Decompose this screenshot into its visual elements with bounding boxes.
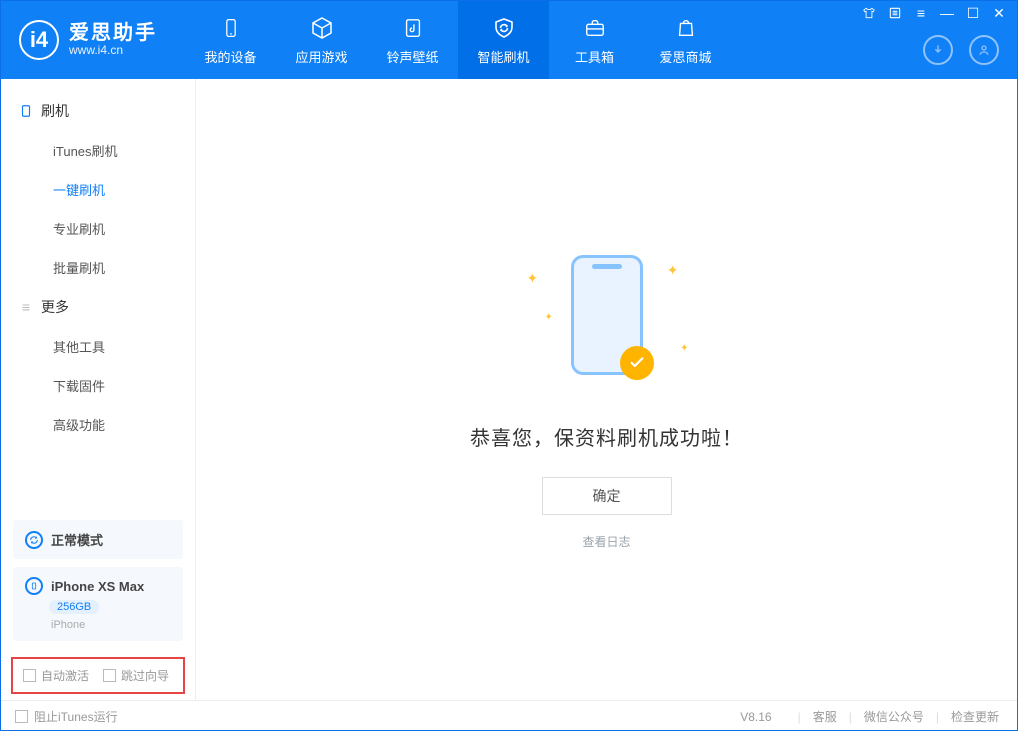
option-label: 跳过向导 xyxy=(121,667,169,684)
option-block-itunes[interactable]: 阻止iTunes运行 xyxy=(15,708,118,725)
download-icon[interactable] xyxy=(923,35,953,65)
nav-my-device[interactable]: 我的设备 xyxy=(185,1,276,79)
option-auto-activate[interactable]: 自动激活 xyxy=(23,667,89,684)
refresh-shield-icon xyxy=(491,15,517,41)
footer-link-wechat[interactable]: 微信公众号 xyxy=(860,708,928,725)
version-label: V8.16 xyxy=(740,710,771,724)
sidebar-item-other-tools[interactable]: 其他工具 xyxy=(1,327,195,366)
option-skip-guide[interactable]: 跳过向导 xyxy=(103,667,169,684)
statusbar: 阻止iTunes运行 V8.16 | 客服 | 微信公众号 | 检查更新 xyxy=(1,700,1017,732)
app-url: www.i4.cn xyxy=(69,44,157,57)
option-label: 自动激活 xyxy=(41,667,89,684)
app-logo: i4 爱思助手 www.i4.cn xyxy=(19,20,157,60)
device-mode-card[interactable]: 正常模式 xyxy=(13,520,183,559)
device-phone-icon xyxy=(25,577,43,595)
music-file-icon xyxy=(400,15,426,41)
section-title: 更多 xyxy=(41,297,69,317)
device-mode-label: 正常模式 xyxy=(51,530,103,549)
sparkle-icon: ✦ xyxy=(545,312,553,323)
sidebar-section-more: ≡ 更多 xyxy=(1,287,195,327)
sparkle-icon: ✦ xyxy=(680,343,688,354)
checkbox-icon[interactable] xyxy=(103,669,116,682)
option-label: 阻止iTunes运行 xyxy=(34,708,118,725)
sparkle-icon: ✦ xyxy=(667,262,679,279)
footer-link-support[interactable]: 客服 xyxy=(809,708,841,725)
footer-link-check-update[interactable]: 检查更新 xyxy=(947,708,1003,725)
titlebar: i4 爱思助手 www.i4.cn 我的设备 应用游戏 铃声壁纸 智能刷机 工具… xyxy=(1,1,1017,79)
nav-label: 应用游戏 xyxy=(295,47,347,66)
minimize-icon[interactable]: ― xyxy=(939,5,955,21)
sidebar-item-download-firmware[interactable]: 下载固件 xyxy=(1,366,195,405)
separator: | xyxy=(928,710,947,724)
main-content: ✦ ✦ ✦ ✦ 恭喜您，保资料刷机成功啦！ 确定 查看日志 xyxy=(196,79,1017,700)
device-capacity-badge: 256GB xyxy=(49,600,99,614)
success-illustration: ✦ ✦ ✦ ✦ xyxy=(497,230,717,400)
bag-icon xyxy=(673,15,699,41)
nav-store[interactable]: 爱思商城 xyxy=(640,1,731,79)
flash-options-highlight: 自动激活 跳过向导 xyxy=(11,657,185,694)
close-icon[interactable]: ✕ xyxy=(991,5,1007,21)
main-nav: 我的设备 应用游戏 铃声壁纸 智能刷机 工具箱 爱思商城 xyxy=(185,1,731,79)
phone-illustration-icon xyxy=(571,255,643,375)
menu-list-icon[interactable] xyxy=(887,5,903,21)
nav-label: 智能刷机 xyxy=(477,47,529,66)
device-card[interactable]: iPhone XS Max 256GB iPhone xyxy=(13,567,183,641)
app-name: 爱思助手 xyxy=(69,22,157,44)
sync-icon xyxy=(25,531,43,549)
nav-label: 爱思商城 xyxy=(659,47,711,66)
separator: | xyxy=(841,710,860,724)
sparkle-icon: ✦ xyxy=(527,270,539,287)
view-log-link[interactable]: 查看日志 xyxy=(582,533,630,550)
sidebar-item-batch-flash[interactable]: 批量刷机 xyxy=(1,248,195,287)
sidebar-section-flash: 刷机 xyxy=(1,91,195,131)
nav-smart-flash[interactable]: 智能刷机 xyxy=(458,1,549,79)
section-title: 刷机 xyxy=(41,101,69,121)
sidebar-item-advanced[interactable]: 高级功能 xyxy=(1,405,195,444)
shirt-icon[interactable] xyxy=(861,5,877,21)
device-type: iPhone xyxy=(51,619,171,631)
nav-label: 工具箱 xyxy=(575,47,614,66)
nav-label: 铃声壁纸 xyxy=(386,47,438,66)
check-badge-icon xyxy=(620,346,654,380)
separator: | xyxy=(790,710,809,724)
sidebar: 刷机 iTunes刷机 一键刷机 专业刷机 批量刷机 ≡ 更多 其他工具 下载固… xyxy=(1,79,196,700)
maximize-icon[interactable]: ☐ xyxy=(965,5,981,21)
nav-apps-games[interactable]: 应用游戏 xyxy=(276,1,367,79)
toolbox-icon xyxy=(582,15,608,41)
tablet-icon xyxy=(19,104,33,118)
phone-icon xyxy=(218,15,244,41)
cube-icon xyxy=(309,15,335,41)
nav-label: 我的设备 xyxy=(204,47,256,66)
checkbox-icon[interactable] xyxy=(15,710,28,723)
sidebar-item-oneclick-flash[interactable]: 一键刷机 xyxy=(1,170,195,209)
sidebar-item-pro-flash[interactable]: 专业刷机 xyxy=(1,209,195,248)
nav-ringtone-wallpaper[interactable]: 铃声壁纸 xyxy=(367,1,458,79)
top-right-actions xyxy=(923,35,999,65)
device-name: iPhone XS Max xyxy=(51,579,144,594)
menu-icon[interactable]: ≡ xyxy=(913,5,929,21)
nav-toolbox[interactable]: 工具箱 xyxy=(549,1,640,79)
logo-mark-icon: i4 xyxy=(19,20,59,60)
window-controls: ≡ ― ☐ ✕ xyxy=(861,5,1007,21)
list-icon: ≡ xyxy=(19,300,33,314)
checkbox-icon[interactable] xyxy=(23,669,36,682)
success-message: 恭喜您，保资料刷机成功啦！ xyxy=(470,422,743,451)
ok-button[interactable]: 确定 xyxy=(542,477,672,515)
user-icon[interactable] xyxy=(969,35,999,65)
sidebar-item-itunes-flash[interactable]: iTunes刷机 xyxy=(1,131,195,170)
